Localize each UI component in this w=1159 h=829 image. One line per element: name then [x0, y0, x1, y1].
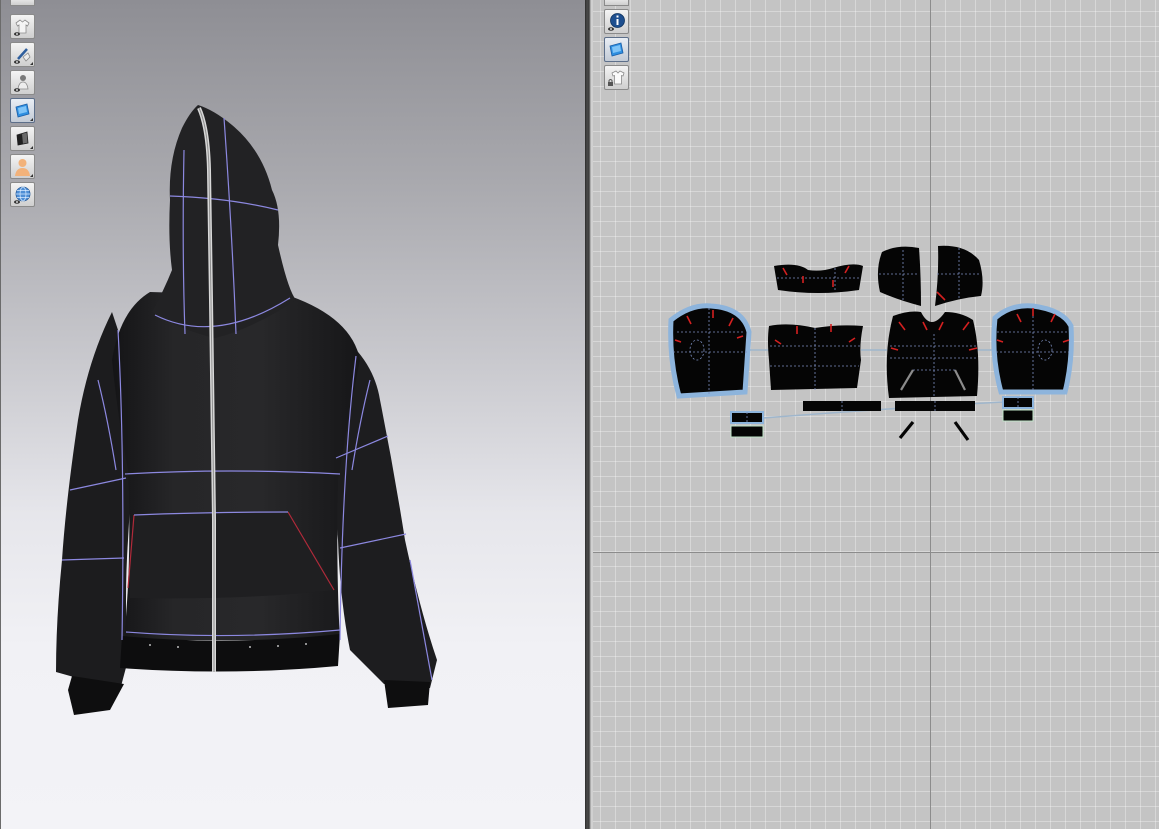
pattern-piece-back-body[interactable] — [768, 324, 863, 390]
pattern-piece-cuff-right[interactable] — [1002, 396, 1034, 422]
hood[interactable] — [152, 105, 296, 338]
pattern-piece-back-neck[interactable] — [774, 264, 863, 293]
pattern-piece-hood-right[interactable] — [935, 245, 983, 306]
pattern-layout[interactable] — [593, 0, 1159, 829]
pattern-piece-sleeve-right[interactable] — [991, 303, 1074, 395]
3d-garment-window[interactable] — [0, 0, 585, 829]
clo-style-app — [0, 0, 1159, 829]
window-splitter[interactable] — [585, 0, 593, 829]
pattern-piece-sleeve-left[interactable] — [668, 303, 752, 399]
pattern-piece-pocket-welt-left[interactable] — [898, 420, 915, 440]
pattern-piece-pocket-welt-right[interactable] — [953, 421, 970, 441]
2d-pattern-window[interactable] — [593, 0, 1159, 829]
3d-garment-render[interactable] — [0, 0, 585, 829]
pattern-piece-hood-left[interactable] — [877, 246, 921, 306]
right-cuff[interactable] — [384, 680, 430, 708]
pattern-piece-cuff-left[interactable] — [730, 411, 764, 438]
pattern-piece-front-body[interactable] — [886, 311, 979, 399]
